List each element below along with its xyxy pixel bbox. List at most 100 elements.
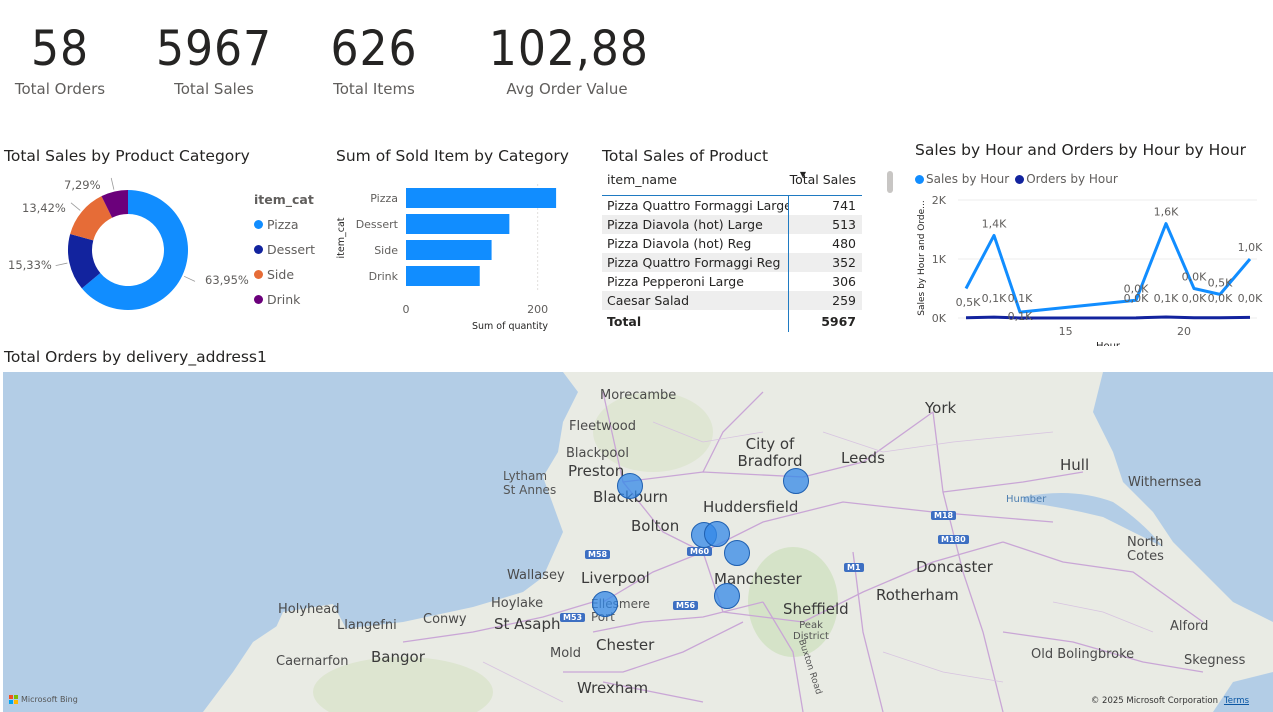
map-bubble[interactable]: [714, 583, 740, 609]
bar-pizza[interactable]: [406, 188, 557, 208]
donut-leader-line: [183, 275, 196, 282]
table-row[interactable]: Pizza Quattro Formaggi Reg 352: [602, 253, 862, 272]
map-label: North Cotes: [1127, 535, 1164, 564]
terms-link[interactable]: Terms: [1224, 696, 1249, 706]
cell-item-name: Pizza Diavola (hot) Large: [607, 217, 763, 232]
map-label: City of Bradford: [737, 435, 803, 470]
legend-item-side[interactable]: Side: [254, 262, 315, 287]
kpi-value: 626: [330, 21, 418, 77]
y-tick-label: 2K: [932, 194, 947, 207]
kpi-value: 5967: [155, 21, 273, 77]
x-tick-label: 15: [1059, 325, 1073, 338]
map-label: Hull: [1060, 456, 1090, 474]
donut-leader-line: [55, 262, 68, 266]
map-label: Caernarfon: [276, 654, 349, 669]
column-header-total-sales[interactable]: ▼ Total Sales: [788, 170, 862, 187]
line-chart-title: Sales by Hour and Orders by Hour by Hour: [915, 141, 1246, 159]
map-label: Wallasey: [507, 568, 565, 583]
data-label-sales: 1,6K: [1154, 206, 1179, 219]
table-row[interactable]: Pizza Quattro Formaggi Large 741: [602, 196, 862, 215]
road-shield: M53: [560, 613, 586, 622]
cell-total-sales: 352: [832, 255, 856, 270]
data-label-sales: 1,0K: [1238, 241, 1263, 254]
map-bubble[interactable]: [592, 591, 618, 617]
donut-leader-line: [110, 177, 115, 190]
map-visual[interactable]: Morecambe Fleetwood Blackpool Preston Ly…: [3, 372, 1273, 712]
map-title: Total Orders by delivery_address1: [4, 348, 267, 366]
legend-title: item_cat: [254, 192, 314, 207]
legend-label: Side: [267, 267, 295, 282]
legend-dot: [254, 295, 263, 304]
x-tick-label: 200: [527, 303, 548, 316]
data-label-sales: 0,5K: [956, 296, 981, 309]
map-label: Mold: [550, 646, 582, 661]
map-label: Chester: [596, 636, 655, 654]
y-tick-label: Side: [374, 244, 398, 257]
y-tick-label: 1K: [932, 253, 947, 266]
map-label: Morecambe: [600, 388, 677, 403]
column-header-item-name[interactable]: item_name: [602, 172, 788, 187]
bar-side[interactable]: [406, 240, 492, 260]
table-row[interactable]: Pizza Diavola (hot) Large 513: [602, 215, 862, 234]
map-label: Blackpool: [566, 446, 629, 461]
data-label-sales: 0,0K: [1182, 271, 1207, 284]
y-axis-label: item_cat: [336, 217, 347, 258]
map-copyright: © 2025 Microsoft Corporation Terms: [1090, 696, 1249, 706]
cell-item-name: Caesar Salad: [607, 293, 690, 308]
microsoft-logo-icon: [9, 695, 18, 704]
map-label: Wrexham: [577, 679, 649, 697]
cell-item-name: Pizza Quattro Formaggi Large: [607, 198, 788, 213]
sort-desc-icon: ▼: [799, 170, 806, 179]
table-scrollbar[interactable]: [887, 171, 893, 193]
map-bubble[interactable]: [783, 468, 809, 494]
map-label: Holyhead: [278, 602, 340, 617]
legend-dot-orders: [1015, 174, 1025, 184]
bar-drink[interactable]: [406, 266, 480, 286]
line-chart[interactable]: 0K 1K 2K 15 20 Hour Sales by Hour and Orde... 0…: [912, 188, 1270, 346]
donut-chart-title: Total Sales by Product Category: [4, 147, 250, 165]
map-label: Doncaster: [916, 558, 993, 576]
map-label: Sheffield: [783, 600, 849, 618]
bar-dessert[interactable]: [406, 214, 510, 234]
bar-chart[interactable]: Pizza Dessert Side Drink 0 200 Sum of quantity…: [330, 172, 570, 337]
map-label: Liverpool: [581, 569, 650, 587]
data-label-orders: 0,1K: [1008, 292, 1033, 305]
x-axis-label: Hour: [1096, 341, 1121, 346]
data-label-orders: 0,0K: [1124, 292, 1149, 305]
road-shield: M58: [585, 550, 611, 559]
y-tick-label: Pizza: [370, 192, 398, 205]
cell-item-name: Pizza Quattro Formaggi Reg: [607, 255, 781, 270]
kpi-value: 102,88: [488, 21, 649, 77]
road-shield: M60: [687, 547, 713, 556]
legend-item-pizza[interactable]: Pizza: [254, 212, 315, 237]
map-bubble[interactable]: [704, 521, 730, 547]
kpi-label: Total Sales: [174, 80, 254, 98]
cell-total-sales: 741: [832, 198, 856, 213]
table-header-row: item_name ▼ Total Sales: [602, 168, 862, 196]
total-value: 5967: [821, 313, 856, 329]
cell-item-name: Pizza Pepperoni Large: [607, 274, 744, 289]
bar-chart-title: Sum of Sold Item by Category: [336, 147, 569, 165]
kpi-label: Total Items: [333, 80, 415, 98]
map-label: Bolton: [631, 517, 680, 535]
table-row[interactable]: Pizza Pepperoni Large 306: [602, 272, 862, 291]
map-label: Preston: [568, 462, 625, 480]
donut-leader-line: [70, 202, 81, 211]
legend-item-orders: Orders by Hour: [1026, 172, 1118, 186]
kpi-total-items: 626 Total Items: [326, 18, 422, 98]
y-tick-label: Drink: [369, 270, 399, 283]
legend-item-drink[interactable]: Drink: [254, 287, 315, 312]
y-tick-label: Dessert: [356, 218, 399, 231]
legend-item-dessert[interactable]: Dessert: [254, 237, 315, 262]
donut-data-label: 15,33%: [8, 258, 52, 272]
table-row[interactable]: Caesar Salad 259: [602, 291, 862, 310]
line-legend: Sales by Hour Orders by Hour: [915, 172, 1118, 186]
x-tick-label: 20: [1177, 325, 1191, 338]
donut-chart[interactable]: 63,95% 15,33% 13,42% 7,29%: [0, 172, 250, 322]
kpi-total-sales: 5967 Total Sales: [150, 18, 278, 98]
legend-label: Dessert: [267, 242, 316, 257]
map-bubble[interactable]: [617, 473, 643, 499]
map-bubble[interactable]: [724, 540, 750, 566]
map-label: Leeds: [841, 449, 885, 467]
table-row[interactable]: Pizza Diavola (hot) Reg 480: [602, 234, 862, 253]
